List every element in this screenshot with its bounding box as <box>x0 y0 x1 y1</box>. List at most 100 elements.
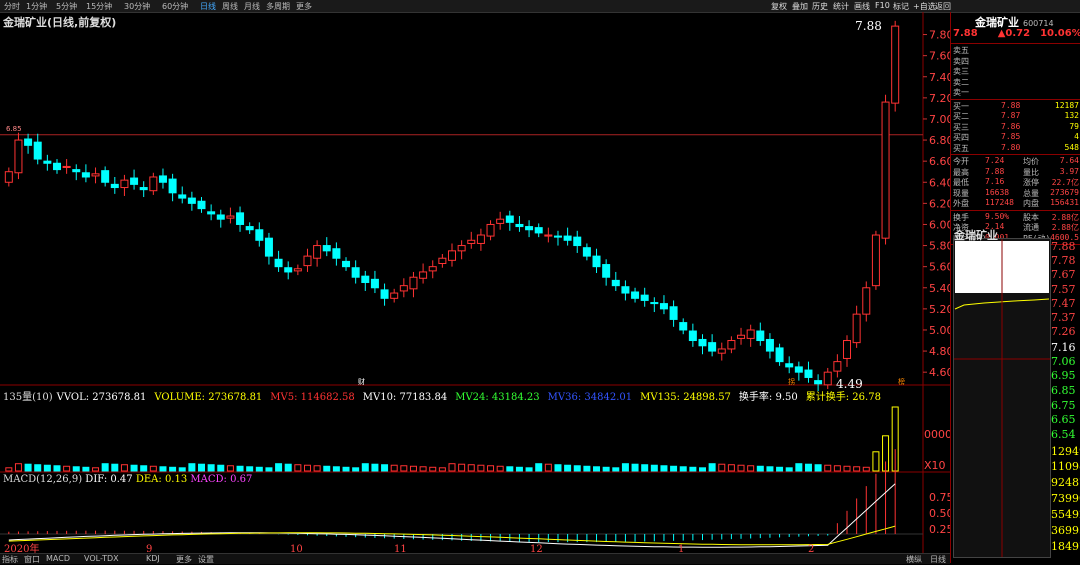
toolbar-button[interactable]: 叠加 <box>792 1 808 12</box>
y-tick-label: 6.60 <box>929 155 950 168</box>
volume-bar <box>554 464 562 472</box>
period-tab[interactable]: 分时 <box>4 1 20 12</box>
period-tab[interactable]: 30分钟 <box>124 1 150 12</box>
volume-bar <box>149 465 157 472</box>
volume-bar <box>853 466 861 472</box>
macd-value: MACD: 0.67 <box>190 474 253 485</box>
candle-body <box>33 141 42 160</box>
indicator-tab[interactable]: MACD <box>46 554 70 563</box>
volume-bar <box>872 451 880 472</box>
volume-bar <box>525 467 533 472</box>
stat-row: 换手 9.50% 股本 2.88亿 <box>953 212 1079 223</box>
candle-body <box>650 302 659 305</box>
period-tab[interactable]: 60分钟 <box>162 1 188 12</box>
indicator-tab[interactable]: 更多 <box>176 554 192 565</box>
event-marker[interactable]: 财 <box>358 377 365 386</box>
volume-bar <box>217 464 225 472</box>
stat-row: 最高 7.88 量比 3.97 <box>953 167 1079 178</box>
volume-indicator-value: MV24: 43184.23 <box>455 392 540 403</box>
toolbar-button[interactable]: 标记 <box>893 1 909 12</box>
stat-label: 内盘 <box>1023 199 1039 208</box>
period-tab[interactable]: 更多 <box>296 1 312 12</box>
candle-body <box>765 338 774 352</box>
order-price: 7.86 <box>1001 121 1021 131</box>
candle-body <box>399 285 408 292</box>
stat-label: 今开 <box>953 157 969 166</box>
candle-body <box>81 172 90 178</box>
candle-body <box>669 306 678 320</box>
mini-intraday-chart[interactable]: 金瑞矿业 <box>953 229 1051 558</box>
stat-value: 156431 <box>1050 198 1079 207</box>
volume-indicator-value: 换手率: 9.50 <box>738 392 798 403</box>
volume-bar <box>670 465 678 472</box>
stat-value: 7.16 <box>985 177 1005 186</box>
candle-body <box>91 173 100 177</box>
indicator-tab[interactable]: 窗口 <box>24 554 40 565</box>
toolbar-button[interactable]: 画线 <box>854 1 870 12</box>
candle-body <box>525 226 534 231</box>
chart-area[interactable]: 7.80 7.60 7.40 7.20 7.00 6.80 6.60 6.40 6.20 6.00… <box>0 12 950 553</box>
candle-body <box>804 369 813 378</box>
bottom-right-tab[interactable]: 横纵 <box>906 554 922 565</box>
period-tab[interactable]: 周线 <box>222 1 238 12</box>
y-tick-label: 5.40 <box>929 282 950 295</box>
left-high-label: 6.85 <box>6 125 22 133</box>
toolbar-button[interactable]: +自选 <box>913 1 936 12</box>
period-tab[interactable]: 多周期 <box>266 1 290 12</box>
volume-bar <box>429 466 437 472</box>
period-tab[interactable]: 日线 <box>200 1 216 12</box>
candle-body <box>544 234 553 237</box>
indicator-tab[interactable]: KDJ <box>146 554 160 563</box>
event-marker[interactable]: 榜 <box>898 377 905 386</box>
order-book-row: 买二 7.87 132 <box>953 111 1079 122</box>
order-book-row: 买四 7.85 4 <box>953 132 1079 143</box>
toolbar-button[interactable]: 统计 <box>833 1 849 12</box>
y-tick-label: 7.60 <box>929 50 950 63</box>
candle-body <box>698 338 707 347</box>
y-tick-label: 6.80 <box>929 134 950 147</box>
mini-price-label: 7.47 <box>1051 297 1076 310</box>
order-label: 卖三 <box>953 67 969 76</box>
volume-bar <box>564 464 572 472</box>
indicator-tab[interactable]: 指标 <box>2 554 18 565</box>
candle-body <box>101 170 110 183</box>
period-tab[interactable]: 月线 <box>244 1 260 12</box>
stat-row: 外盘 117248 内盘 156431 <box>953 198 1079 209</box>
toolbar-button[interactable]: 返回 <box>935 1 951 12</box>
volume-bar <box>111 463 119 472</box>
candle-body <box>428 266 437 272</box>
volume-bar <box>198 463 206 472</box>
volume-bar <box>140 465 148 472</box>
stat-label: 最低 <box>953 178 969 187</box>
toolbar-button[interactable]: F10 <box>875 1 890 10</box>
stat-value: 7.24 <box>985 156 1005 165</box>
volume-bar <box>419 466 427 472</box>
volume-bar <box>487 465 495 472</box>
order-label: 卖二 <box>953 77 969 87</box>
x-axis-label: 1 <box>678 544 684 553</box>
macd-prefix: MACD(12,26,9) <box>3 474 83 485</box>
dea-line <box>8 525 896 546</box>
volume-bar <box>679 466 687 472</box>
volume-bar <box>72 466 80 472</box>
period-tab[interactable]: 5分钟 <box>56 1 77 12</box>
indicator-tab[interactable]: VOL-TDX <box>84 554 119 563</box>
volume-bar <box>544 463 552 472</box>
bottom-right-tab[interactable]: 日线 <box>930 554 946 565</box>
candle-body <box>833 361 842 372</box>
toolbar-button[interactable]: 历史 <box>812 1 828 12</box>
indicator-tab[interactable]: 设置 <box>198 554 214 565</box>
event-marker[interactable]: 拐 <box>788 377 795 386</box>
toolbar-button[interactable]: 复权 <box>771 1 787 12</box>
volume-indicator-value: MV36: 34842.01 <box>547 392 633 403</box>
volume-bar <box>756 465 764 472</box>
volume-bar <box>265 467 273 472</box>
candle-body <box>216 214 225 220</box>
mini-volume-label: 92487 <box>1051 476 1080 489</box>
period-tab[interactable]: 1分钟 <box>26 1 47 12</box>
macd-y-label: 0.50 <box>929 507 950 520</box>
period-tab[interactable]: 15分钟 <box>86 1 112 12</box>
macd-y-label: 0.25 <box>929 523 950 536</box>
volume-bar <box>323 465 331 472</box>
candle-body <box>255 229 264 241</box>
